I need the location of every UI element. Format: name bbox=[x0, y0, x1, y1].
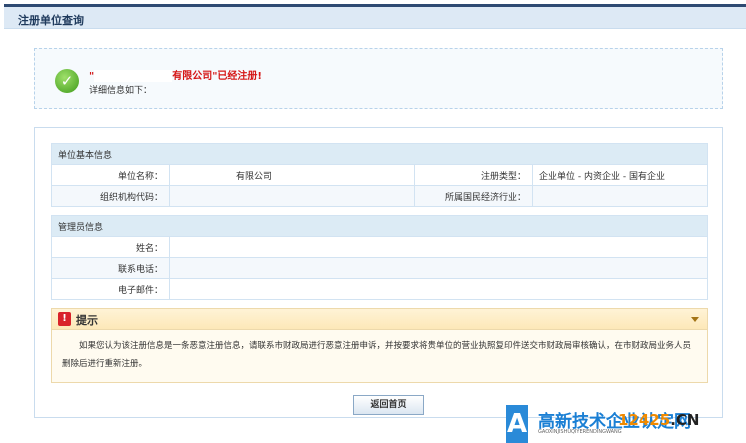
section-title: 管理员信息 bbox=[51, 215, 708, 237]
unit-name-value: 有限公司 bbox=[169, 164, 415, 186]
org-code-value bbox=[169, 185, 415, 207]
logo-a-icon: A bbox=[506, 405, 528, 443]
collapse-arrow-icon[interactable] bbox=[691, 317, 699, 322]
tip-box: ! 提示 如果您认为该注册信息是一条恶意注册信息，请联系市财政局进行恶意注册申诉，… bbox=[51, 308, 708, 383]
admin-name-value bbox=[169, 236, 708, 258]
phone-value bbox=[169, 257, 708, 279]
warning-icon: ! bbox=[58, 312, 71, 326]
back-home-button[interactable]: 返回首页 bbox=[353, 395, 424, 415]
tip-header[interactable]: ! 提示 bbox=[52, 309, 707, 330]
reg-type-value: 企业单位 - 内资企业 - 国有企业 bbox=[532, 164, 708, 186]
success-subtext: 详细信息如下： bbox=[89, 86, 153, 96]
section-title: 单位基本信息 bbox=[51, 143, 708, 165]
check-icon: ✓ bbox=[55, 69, 79, 93]
success-box: ✓ " 有限公司"已经注册! 详细信息如下： bbox=[34, 48, 723, 109]
basic-info-table: 单位基本信息 单位名称： 有限公司 注册类型： 企业单位 - 内资企业 - 国有企业 … bbox=[51, 143, 708, 207]
page-title: 注册单位查询 bbox=[4, 7, 746, 29]
watermark-logo: A 高新技术企业认定网 12425.CN GAOXINJISHUQIYEREND… bbox=[500, 405, 746, 443]
industry-value bbox=[532, 185, 708, 207]
email-value bbox=[169, 278, 708, 300]
success-message: " 有限公司"已经注册! bbox=[89, 70, 262, 82]
tip-text: 如果您认为该注册信息是一条恶意注册信息，请联系市财政局进行恶意注册申诉，并按要求… bbox=[62, 341, 692, 369]
admin-info-table: 管理员信息 姓名： 联系电话： 电子邮件： bbox=[51, 215, 708, 300]
details-panel: 单位基本信息 单位名称： 有限公司 注册类型： 企业单位 - 内资企业 - 国有企业 … bbox=[34, 127, 723, 418]
redacted-name bbox=[94, 70, 173, 82]
